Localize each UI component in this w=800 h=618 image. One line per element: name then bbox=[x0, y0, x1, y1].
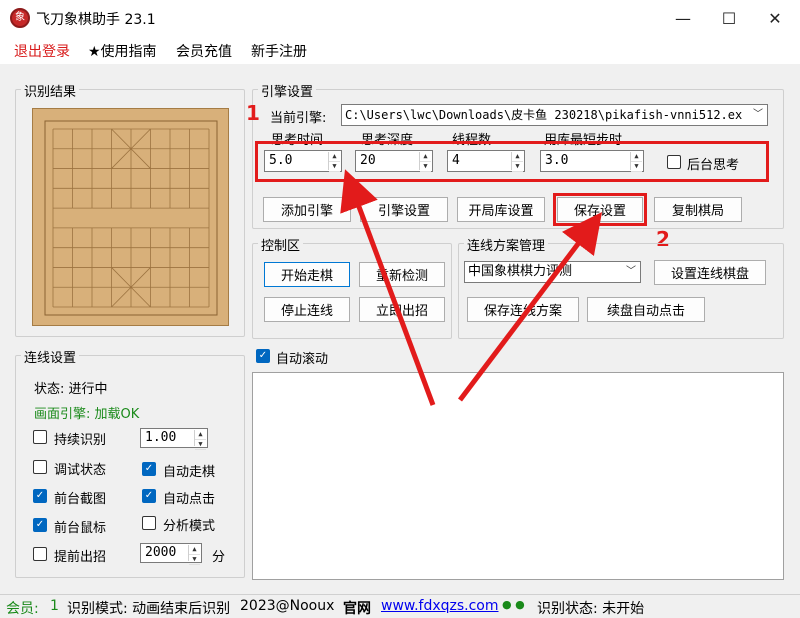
recognition-mode-text: 识别模式: 动画结束后识别 bbox=[67, 601, 231, 617]
member-value: 1 bbox=[50, 598, 59, 614]
arrow-to-engine-fields bbox=[340, 169, 436, 406]
arrow-to-save-button bbox=[458, 212, 603, 402]
member-label: 会员: bbox=[6, 601, 39, 617]
recognition-status-text: 识别状态: 未开始 bbox=[537, 601, 645, 617]
status-dots: ● ● bbox=[502, 598, 525, 611]
website-label: 官网 bbox=[343, 601, 371, 617]
status-bar: 会员: 1 识别模式: 动画结束后识别 2023@Nooux 官网 www.fd… bbox=[0, 594, 800, 618]
website-link[interactable]: www.fdxqzs.com bbox=[381, 598, 499, 614]
annotation-arrows bbox=[340, 169, 603, 406]
copyright-text: 2023@Nooux bbox=[240, 598, 335, 614]
